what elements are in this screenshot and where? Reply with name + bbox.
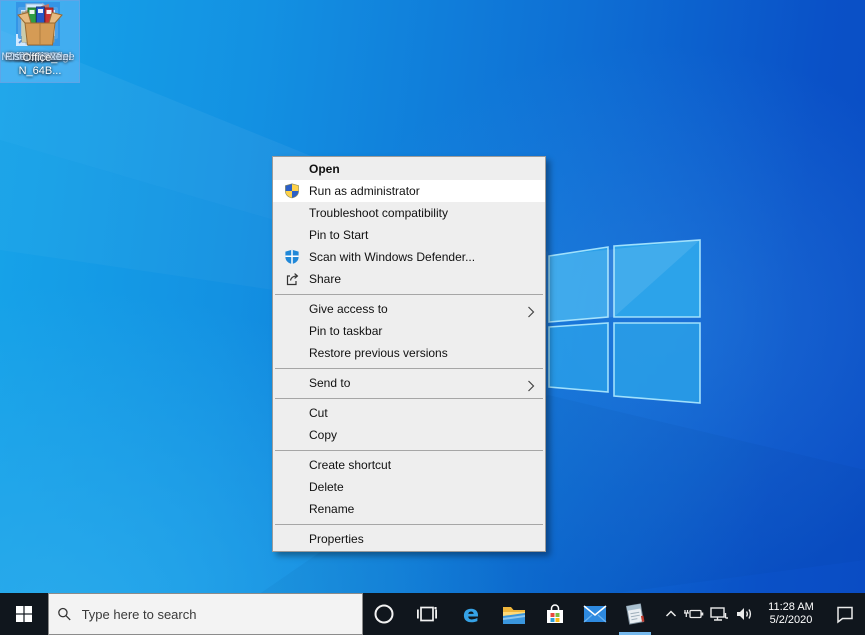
action-center-icon — [835, 604, 855, 624]
screen: ♻ Recycle Bin This PC Office — [0, 0, 865, 635]
microsoft-store-icon — [543, 602, 567, 626]
menu-item-cut[interactable]: Cut — [273, 402, 545, 424]
clock-time: 11:28 AM — [757, 601, 825, 614]
taskbar-running-app-button[interactable] — [615, 593, 655, 635]
network-status-icon — [709, 605, 729, 623]
context-menu: Open Run as administrator Troubleshoot c… — [272, 156, 546, 552]
menu-item-troubleshoot-compatibility[interactable]: Troubleshoot compatibility — [273, 202, 545, 224]
submenu-chevron-icon — [525, 303, 537, 315]
menu-item-pin-to-start[interactable]: Pin to Start — [273, 224, 545, 246]
menu-item-share[interactable]: Share — [273, 268, 545, 290]
menu-item-delete[interactable]: Delete — [273, 476, 545, 498]
submenu-chevron-icon — [525, 377, 537, 389]
notepad-app-icon — [622, 601, 648, 627]
search-input[interactable] — [80, 606, 354, 623]
mail-icon — [582, 601, 608, 627]
taskbar: e — [0, 593, 865, 635]
tray-show-hidden-icons-button[interactable] — [660, 593, 682, 635]
start-button[interactable] — [0, 593, 48, 635]
menu-item-give-access-to[interactable]: Give access to — [273, 298, 545, 320]
cortana-icon — [372, 602, 396, 626]
icon-label-line1: Office_ — [1, 52, 79, 65]
desktop-icon-office-archive-selected[interactable]: Office_ N_64B... — [0, 0, 80, 83]
system-tray: 11:28 AM 5/2/2020 — [660, 593, 865, 635]
menu-separator — [275, 398, 543, 399]
taskbar-mail-button[interactable] — [575, 593, 615, 635]
edge-icon: e — [458, 601, 484, 627]
taskbar-store-button[interactable] — [535, 593, 575, 635]
menu-item-send-to[interactable]: Send to — [273, 372, 545, 394]
icon-label-line2: N_64B... — [1, 65, 79, 78]
cortana-button[interactable] — [363, 593, 405, 635]
menu-item-restore-previous-versions[interactable]: Restore previous versions — [273, 342, 545, 364]
menu-separator — [275, 294, 543, 295]
archive-box-icon — [16, 1, 64, 49]
tray-power-button[interactable] — [682, 593, 706, 635]
task-view-icon — [415, 602, 439, 626]
chevron-up-icon — [664, 607, 678, 621]
menu-item-pin-to-taskbar[interactable]: Pin to taskbar — [273, 320, 545, 342]
file-explorer-icon — [501, 601, 527, 627]
tray-network-button[interactable] — [706, 593, 731, 635]
menu-item-run-as-administrator[interactable]: Run as administrator — [273, 180, 545, 202]
share-icon — [284, 271, 300, 287]
search-icon — [57, 606, 72, 622]
menu-item-properties[interactable]: Properties — [273, 528, 545, 550]
tray-clock[interactable]: 11:28 AM 5/2/2020 — [757, 593, 825, 635]
menu-separator — [275, 368, 543, 369]
menu-item-open[interactable]: Open — [273, 158, 545, 180]
action-center-button[interactable] — [825, 593, 865, 635]
menu-separator — [275, 524, 543, 525]
tray-volume-button[interactable] — [731, 593, 757, 635]
menu-item-copy[interactable]: Copy — [273, 424, 545, 446]
volume-icon — [734, 605, 754, 623]
windows-defender-icon — [284, 249, 300, 265]
menu-separator — [275, 450, 543, 451]
svg-text:e: e — [463, 601, 479, 627]
menu-item-create-shortcut[interactable]: Create shortcut — [273, 454, 545, 476]
battery-plug-icon — [683, 606, 705, 622]
menu-item-rename[interactable]: Rename — [273, 498, 545, 520]
uac-shield-icon — [284, 183, 300, 199]
clock-date: 5/2/2020 — [757, 614, 825, 627]
task-view-button[interactable] — [405, 593, 449, 635]
taskbar-search[interactable] — [48, 593, 363, 635]
taskbar-file-explorer-button[interactable] — [493, 593, 535, 635]
windows-start-icon — [15, 605, 33, 623]
taskbar-edge-button[interactable]: e — [449, 593, 493, 635]
menu-item-scan-with-windows-defender[interactable]: Scan with Windows Defender... — [273, 246, 545, 268]
